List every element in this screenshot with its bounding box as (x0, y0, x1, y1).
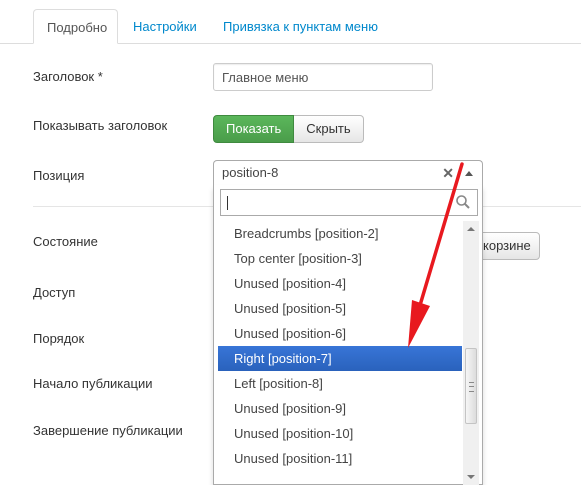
ordering-label: Порядок (33, 331, 85, 346)
title-label: Заголовок * (33, 69, 103, 84)
chevron-up-icon[interactable] (465, 171, 473, 176)
search-icon (456, 195, 470, 209)
dropdown-option[interactable]: Unused [position-6] (218, 321, 462, 346)
dropdown-scrollbar[interactable] (463, 221, 479, 485)
dropdown-option[interactable]: Breadcrumbs [position-2] (218, 221, 462, 246)
dropdown-option[interactable]: Unused [position-5] (218, 296, 462, 321)
show-title-toggle: Показать Скрыть (213, 115, 364, 143)
text-cursor (227, 196, 228, 210)
tab-menu-assignment[interactable]: Привязка к пунктам меню (210, 10, 391, 43)
title-input[interactable] (213, 63, 433, 91)
dropdown-option[interactable]: Left [position-8] (218, 371, 462, 396)
publish-up-label: Начало публикации (33, 376, 153, 391)
access-label: Доступ (33, 285, 76, 300)
dropdown-option[interactable]: Unused [position-9] (218, 396, 462, 421)
show-title-label: Показывать заголовок (33, 118, 168, 133)
dropdown-option[interactable]: Unused [position-4] (218, 271, 462, 296)
dropdown-search-input[interactable] (220, 189, 478, 216)
scroll-up-arrow-icon[interactable] (463, 221, 479, 237)
dropdown-option[interactable]: Unused [position-10] (218, 421, 462, 446)
status-label: Состояние (33, 234, 98, 249)
scroll-down-arrow-icon[interactable] (463, 469, 479, 485)
dropdown-option[interactable]: Top center [position-3] (218, 246, 462, 271)
dropdown-option[interactable]: Right [position-7] (218, 346, 462, 371)
tab-settings[interactable]: Настройки (120, 10, 210, 43)
dropdown-results: Breadcrumbs [position-2] Top center [posi… (218, 221, 462, 485)
tab-bar: Подробно Настройки Привязка к пунктам ме… (0, 0, 581, 44)
publish-down-label: Завершение публикации (33, 423, 183, 438)
close-icon[interactable]: ✕ (442, 161, 454, 185)
hide-button[interactable]: Скрыть (294, 115, 364, 143)
grip-icon (469, 382, 474, 392)
position-dropdown: Breadcrumbs [position-2] Top center [posi… (213, 185, 483, 485)
dropdown-option[interactable]: Unused [position-11] (218, 446, 462, 471)
show-button[interactable]: Показать (213, 115, 295, 143)
scroll-thumb[interactable] (465, 348, 477, 424)
position-select[interactable]: position-8 ✕ (213, 160, 483, 186)
tab-details[interactable]: Подробно (33, 9, 118, 44)
position-label: Позиция (33, 168, 85, 183)
position-select-value: position-8 (222, 165, 279, 180)
